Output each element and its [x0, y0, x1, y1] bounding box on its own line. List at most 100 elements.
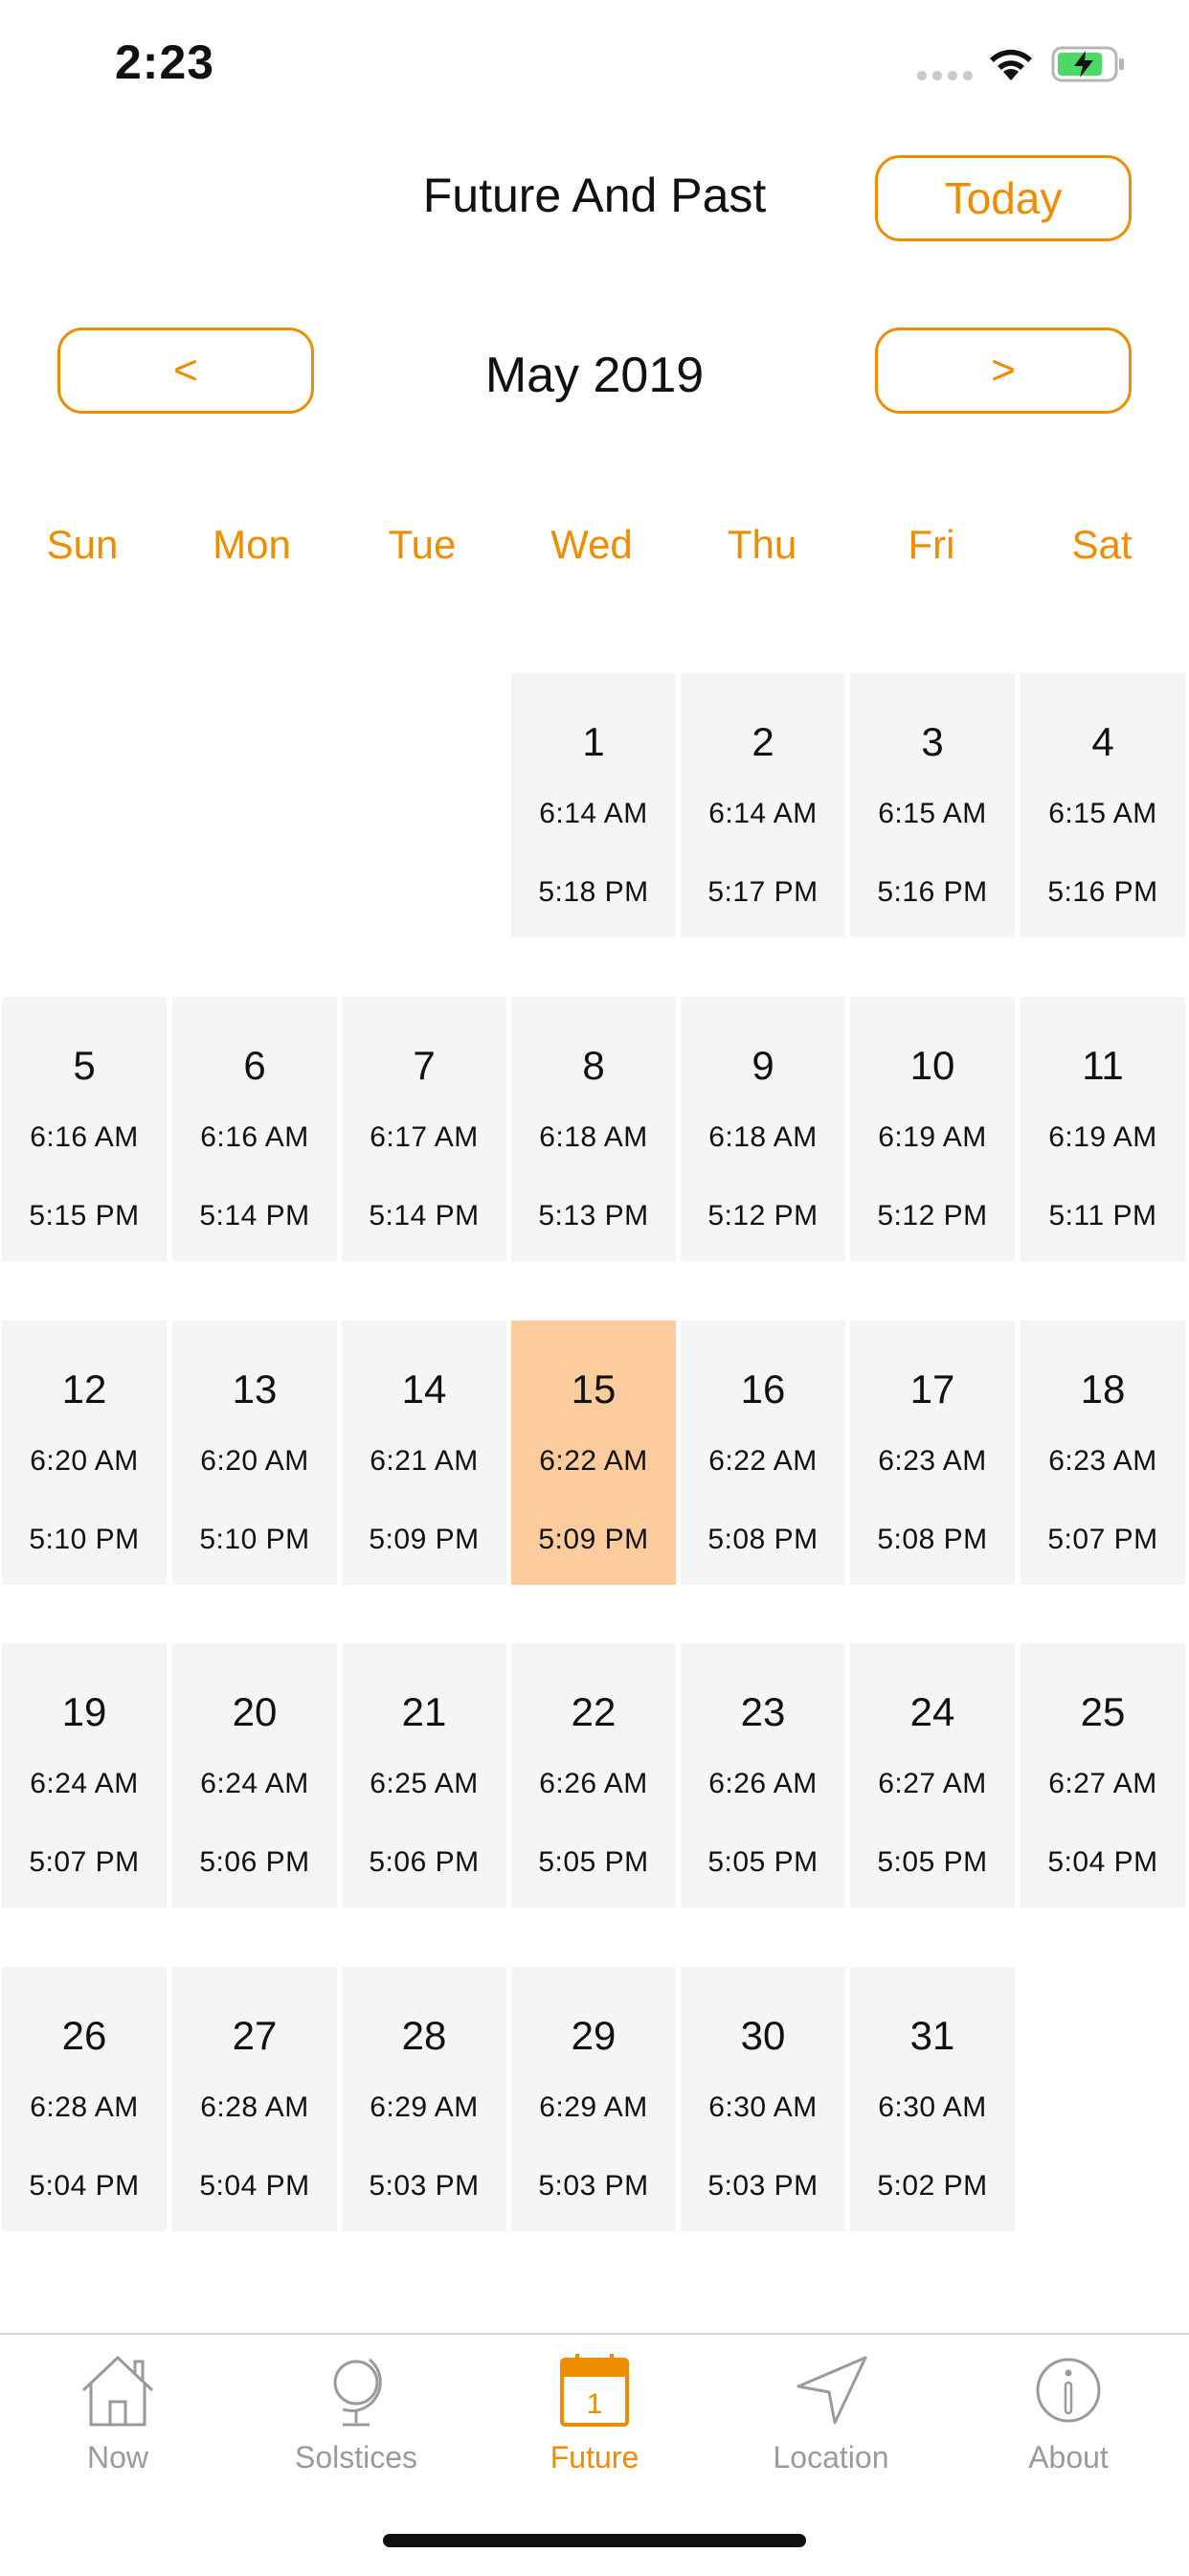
day-cell[interactable]: 24 6:27 AM 5:05 PM	[850, 1643, 1015, 1908]
tab-location[interactable]: Location	[735, 2352, 927, 2496]
sunset-time: 5:12 PM	[877, 1200, 988, 1232]
day-number: 16	[740, 1367, 786, 1412]
day-cell[interactable]: 11 6:19 AM 5:11 PM	[1021, 997, 1185, 1261]
day-cell[interactable]: 19 6:24 AM 5:07 PM	[2, 1643, 167, 1908]
day-number: 15	[571, 1367, 617, 1412]
status-time: 2:23	[115, 35, 215, 89]
day-cell[interactable]: 29 6:29 AM 5:03 PM	[511, 1967, 676, 2231]
sunset-time: 5:02 PM	[877, 2170, 988, 2202]
sunset-time: 5:04 PM	[29, 2170, 140, 2202]
day-cell[interactable]: 25 6:27 AM 5:04 PM	[1021, 1643, 1185, 1908]
day-number: 2	[752, 719, 774, 764]
sunset-time: 5:03 PM	[538, 2170, 649, 2202]
sunrise-time: 6:30 AM	[708, 2091, 818, 2123]
day-number: 25	[1080, 1689, 1126, 1734]
day-number: 17	[909, 1367, 955, 1412]
calendar-badge: 1	[587, 2388, 603, 2420]
tab-future[interactable]: 1 Future	[499, 2352, 690, 2496]
day-cell[interactable]: 31 6:30 AM 5:02 PM	[850, 1967, 1015, 2231]
sunset-time: 5:05 PM	[707, 1846, 819, 1878]
sunrise-time: 6:28 AM	[30, 2091, 139, 2123]
day-cell[interactable]: 30 6:30 AM 5:03 PM	[681, 1967, 845, 2231]
day-cell[interactable]: 12 6:20 AM 5:10 PM	[2, 1321, 167, 1585]
day-number: 29	[571, 2013, 617, 2058]
sunset-time: 5:09 PM	[538, 1524, 649, 1555]
day-number: 30	[740, 2013, 786, 2058]
day-cell[interactable]: 1 6:14 AM 5:18 PM	[511, 673, 676, 938]
day-cell[interactable]: 7 6:17 AM 5:14 PM	[342, 997, 506, 1261]
sunrise-time: 6:19 AM	[878, 1121, 987, 1153]
day-number: 21	[401, 1689, 447, 1734]
sunset-time: 5:06 PM	[199, 1846, 310, 1878]
day-number: 12	[61, 1367, 107, 1412]
day-number: 26	[61, 2013, 107, 2058]
sunset-time: 5:07 PM	[1047, 1524, 1158, 1555]
day-cell[interactable]: 20 6:24 AM 5:06 PM	[172, 1643, 337, 1908]
day-number: 13	[232, 1367, 278, 1412]
sunrise-time: 6:21 AM	[370, 1445, 479, 1477]
weekday-label: Thu	[727, 522, 797, 567]
home-indicator	[383, 2534, 806, 2547]
sunset-time: 5:03 PM	[707, 2170, 819, 2202]
tab-about[interactable]: About	[973, 2352, 1164, 2496]
day-number: 1	[582, 719, 605, 764]
day-cell[interactable]: 3 6:15 AM 5:16 PM	[850, 673, 1015, 938]
tab-solstices[interactable]: Solstices	[260, 2352, 452, 2496]
sunset-time: 5:03 PM	[369, 2170, 480, 2202]
day-cell[interactable]: 26 6:28 AM 5:04 PM	[2, 1967, 167, 2231]
day-cell[interactable]: 23 6:26 AM 5:05 PM	[681, 1643, 845, 1908]
day-cell[interactable]: 10 6:19 AM 5:12 PM	[850, 997, 1015, 1261]
day-cell[interactable]: 17 6:23 AM 5:08 PM	[850, 1321, 1015, 1585]
sunrise-time: 6:23 AM	[878, 1445, 987, 1477]
day-cell[interactable]: 28 6:29 AM 5:03 PM	[342, 1967, 506, 2231]
tab-label: Now	[86, 2440, 148, 2474]
day-cell[interactable]: 22 6:26 AM 5:05 PM	[511, 1643, 676, 1908]
day-cell[interactable]: 6 6:16 AM 5:14 PM	[172, 997, 337, 1261]
tab-now[interactable]: Now	[22, 2352, 213, 2496]
day-cell[interactable]: 8 6:18 AM 5:13 PM	[511, 997, 676, 1261]
day-cell[interactable]: 13 6:20 AM 5:10 PM	[172, 1321, 337, 1585]
sunrise-time: 6:24 AM	[200, 1768, 309, 1799]
day-cell[interactable]: 14 6:21 AM 5:09 PM	[342, 1321, 506, 1585]
tab-label: Location	[773, 2440, 889, 2474]
day-cell[interactable]: 21 6:25 AM 5:06 PM	[342, 1643, 506, 1908]
sunrise-time: 6:27 AM	[1048, 1768, 1157, 1799]
sunrise-time: 6:22 AM	[708, 1445, 818, 1477]
day-cell[interactable]: 27 6:28 AM 5:04 PM	[172, 1967, 337, 2231]
day-cell[interactable]: 9 6:18 AM 5:12 PM	[681, 997, 845, 1261]
sunrise-time: 6:26 AM	[539, 1768, 648, 1799]
cellular-signal-icon	[917, 71, 973, 80]
day-cell[interactable]: 4 6:15 AM 5:16 PM	[1021, 673, 1185, 938]
day-number: 22	[571, 1689, 617, 1734]
day-number: 18	[1080, 1367, 1126, 1412]
today-button[interactable]: Today	[875, 155, 1132, 241]
day-cell[interactable]: 18 6:23 AM 5:07 PM	[1021, 1321, 1185, 1585]
day-number: 19	[61, 1689, 107, 1734]
sunset-time: 5:05 PM	[877, 1846, 988, 1878]
sunrise-time: 6:25 AM	[370, 1768, 479, 1799]
sunrise-time: 6:14 AM	[708, 798, 818, 829]
home-icon	[81, 2355, 154, 2427]
day-number: 23	[740, 1689, 786, 1734]
location-arrow-icon	[796, 2356, 867, 2425]
day-cell[interactable]: 16 6:22 AM 5:08 PM	[681, 1321, 845, 1585]
day-cell[interactable]: 15 6:22 AM 5:09 PM	[511, 1321, 676, 1585]
sunrise-time: 6:19 AM	[1048, 1121, 1157, 1153]
day-number: 28	[401, 2013, 447, 2058]
sunset-time: 5:09 PM	[369, 1524, 480, 1555]
sunrise-time: 6:20 AM	[30, 1445, 139, 1477]
day-cell[interactable]: 5 6:16 AM 5:15 PM	[2, 997, 167, 1261]
sunset-time: 5:14 PM	[369, 1200, 480, 1232]
day-cell[interactable]: 2 6:14 AM 5:17 PM	[681, 673, 845, 938]
sunrise-time: 6:24 AM	[30, 1768, 139, 1799]
sunrise-time: 6:15 AM	[878, 798, 987, 829]
day-number: 4	[1091, 719, 1114, 764]
sunrise-time: 6:18 AM	[539, 1121, 648, 1153]
weekday-header: Sun Mon Tue Wed Thu Fri Sat	[0, 522, 1189, 579]
sunset-time: 5:04 PM	[199, 2170, 310, 2202]
sunset-time: 5:06 PM	[369, 1846, 480, 1878]
sunset-time: 5:10 PM	[199, 1524, 310, 1555]
sunrise-time: 6:23 AM	[1048, 1445, 1157, 1477]
next-month-button[interactable]: >	[875, 328, 1132, 414]
day-number: 8	[582, 1043, 605, 1088]
